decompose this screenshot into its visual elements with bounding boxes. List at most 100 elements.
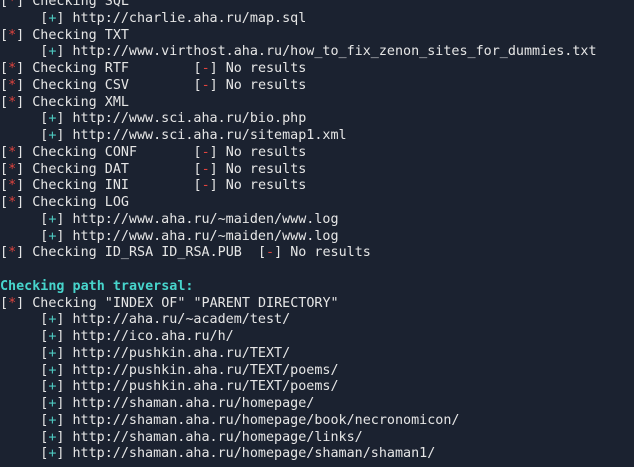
result-text: No results — [225, 178, 307, 194]
star-glyph: * — [8, 144, 17, 160]
plus-glyph: + — [48, 312, 57, 328]
star-glyph: * — [8, 295, 17, 311]
terminal-line: [*] Checking "INDEX OF" "PARENT DIRECTOR… — [0, 295, 339, 312]
result-text: No results — [290, 245, 371, 261]
check-label: Checking SQL — [32, 0, 129, 9]
plus-marker: [+] — [40, 429, 65, 445]
star-marker: [*] — [0, 94, 25, 110]
star-marker: [*] — [0, 77, 25, 93]
terminal-line: [*] Checking ID_RSA ID_RSA.PUB [-] No re… — [0, 244, 371, 261]
terminal-line: [*] Checking INI [-] No results — [0, 177, 306, 194]
check-label: Checking TXT — [32, 27, 129, 43]
star-glyph: * — [8, 27, 17, 43]
result-text: No results — [225, 77, 307, 93]
terminal-line: [+] http://charlie.aha.ru/map.sql — [40, 10, 306, 27]
plus-marker: [+] — [40, 329, 65, 344]
terminal-line: [+] http://shaman.aha.ru/homepage/ — [40, 395, 314, 412]
star-glyph: * — [8, 161, 17, 177]
found-url: http://aha.ru/~academ/test/ — [72, 312, 291, 328]
plus-glyph: + — [48, 44, 57, 60]
check-label: Checking CONF — [32, 144, 138, 160]
minus-glyph: - — [201, 77, 210, 93]
star-glyph: * — [8, 178, 17, 194]
found-url: http://www.sci.aha.ru/sitemap1.xml — [72, 128, 347, 143]
found-url: http://ico.aha.ru/h/ — [72, 329, 234, 344]
result-text: No results — [225, 161, 307, 177]
found-url: http://shaman.aha.ru/homepage/shaman/sha… — [72, 446, 436, 462]
terminal-line: [+] http://www.sci.aha.ru/sitemap1.xml — [40, 127, 346, 144]
check-label: Checking RTF — [32, 61, 129, 76]
plus-marker: [+] — [40, 345, 65, 361]
found-url: http://www.virthost.aha.ru/how_to_fix_ze… — [72, 44, 597, 60]
minus-marker: [-] — [193, 77, 218, 93]
star-glyph: * — [8, 94, 17, 110]
terminal-line: [*] Checking SQL — [0, 0, 129, 10]
terminal-line: [*] Checking XML — [0, 94, 129, 111]
terminal-line: [*] Checking LOG — [0, 194, 129, 211]
check-label: Checking CSV — [32, 77, 129, 93]
terminal-line: [+] http://pushkin.aha.ru/TEXT/poems/ — [40, 378, 338, 395]
found-url: http://www.sci.aha.ru/bio.php — [72, 111, 307, 127]
plus-glyph: + — [48, 362, 57, 378]
terminal-line: [+] http://pushkin.aha.ru/TEXT/ — [40, 345, 290, 362]
terminal-line: [+] http://shaman.aha.ru/homepage/shaman… — [40, 445, 435, 462]
plus-glyph: + — [48, 412, 57, 428]
star-marker: [*] — [0, 144, 25, 160]
terminal-line: [+] http://www.aha.ru/~maiden/www.log — [40, 228, 338, 245]
star-marker: [*] — [0, 178, 25, 194]
minus-glyph: - — [201, 144, 210, 160]
check-label: Checking ID_RSA ID_RSA.PUB — [32, 245, 242, 261]
plus-marker: [+] — [40, 111, 65, 127]
minus-marker: [-] — [193, 61, 218, 76]
minus-marker: [-] — [193, 144, 218, 160]
plus-glyph: + — [48, 429, 57, 445]
star-marker: [*] — [0, 0, 24, 9]
star-glyph: * — [8, 195, 17, 210]
plus-marker: [+] — [40, 228, 65, 244]
plus-glyph: + — [48, 396, 57, 411]
terminal-line: [+] http://aha.ru/~academ/test/ — [40, 311, 290, 328]
plus-marker: [+] — [40, 211, 65, 227]
star-marker: [*] — [0, 27, 25, 43]
found-url: http://pushkin.aha.ru/TEXT/poems/ — [72, 362, 339, 378]
star-marker: [*] — [0, 295, 25, 311]
terminal-line: [+] http://shaman.aha.ru/homepage/links/ — [40, 429, 362, 446]
result-text: No results — [225, 144, 307, 160]
plus-marker: [+] — [40, 446, 65, 462]
terminal-line: [+] http://www.sci.aha.ru/bio.php — [40, 110, 306, 127]
check-label: Checking LOG — [32, 195, 129, 210]
terminal-line: [+] http://shaman.aha.ru/homepage/book/n… — [40, 412, 459, 429]
star-marker: [*] — [0, 161, 25, 177]
minus-glyph: - — [201, 161, 210, 177]
plus-marker: [+] — [40, 412, 65, 428]
result-text: No results — [225, 61, 307, 76]
found-url: http://pushkin.aha.ru/TEXT/poems/ — [72, 379, 339, 395]
plus-glyph: + — [48, 111, 57, 127]
section-heading: Checking path traversal: — [0, 278, 194, 294]
plus-marker: [+] — [40, 396, 65, 411]
found-url: http://pushkin.aha.ru/TEXT/ — [72, 345, 291, 361]
found-url: http://shaman.aha.ru/homepage/ — [72, 396, 315, 411]
plus-glyph: + — [48, 379, 57, 395]
star-marker: [*] — [0, 195, 25, 210]
terminal-line: Checking path traversal: — [0, 278, 193, 295]
star-glyph: * — [8, 0, 17, 9]
plus-marker: [+] — [40, 10, 65, 26]
terminal-line: [*] Checking TXT — [0, 27, 129, 44]
found-url: http://www.aha.ru/~maiden/www.log — [72, 228, 339, 244]
found-url: http://shaman.aha.ru/homepage/links/ — [72, 429, 363, 445]
terminal-line: [+] http://www.virthost.aha.ru/how_to_fi… — [40, 43, 596, 60]
terminal-line: [+] http://www.aha.ru/~maiden/www.log — [40, 211, 338, 228]
terminal-line: [+] http://pushkin.aha.ru/TEXT/poems/ — [40, 362, 338, 379]
plus-marker: [+] — [40, 44, 65, 60]
found-url: http://shaman.aha.ru/homepage/book/necro… — [72, 412, 460, 428]
terminal-line: [*] Checking RTF [-] No results — [0, 60, 306, 77]
minus-glyph: - — [201, 61, 210, 76]
star-glyph: * — [8, 77, 17, 93]
check-label: Checking INI — [32, 178, 129, 194]
plus-marker: [+] — [40, 379, 65, 395]
star-glyph: * — [8, 61, 17, 76]
terminal-line: [*] Checking CONF [-] No results — [0, 144, 306, 161]
check-label: Checking DAT — [32, 161, 129, 177]
check-label: Checking XML — [32, 94, 129, 110]
